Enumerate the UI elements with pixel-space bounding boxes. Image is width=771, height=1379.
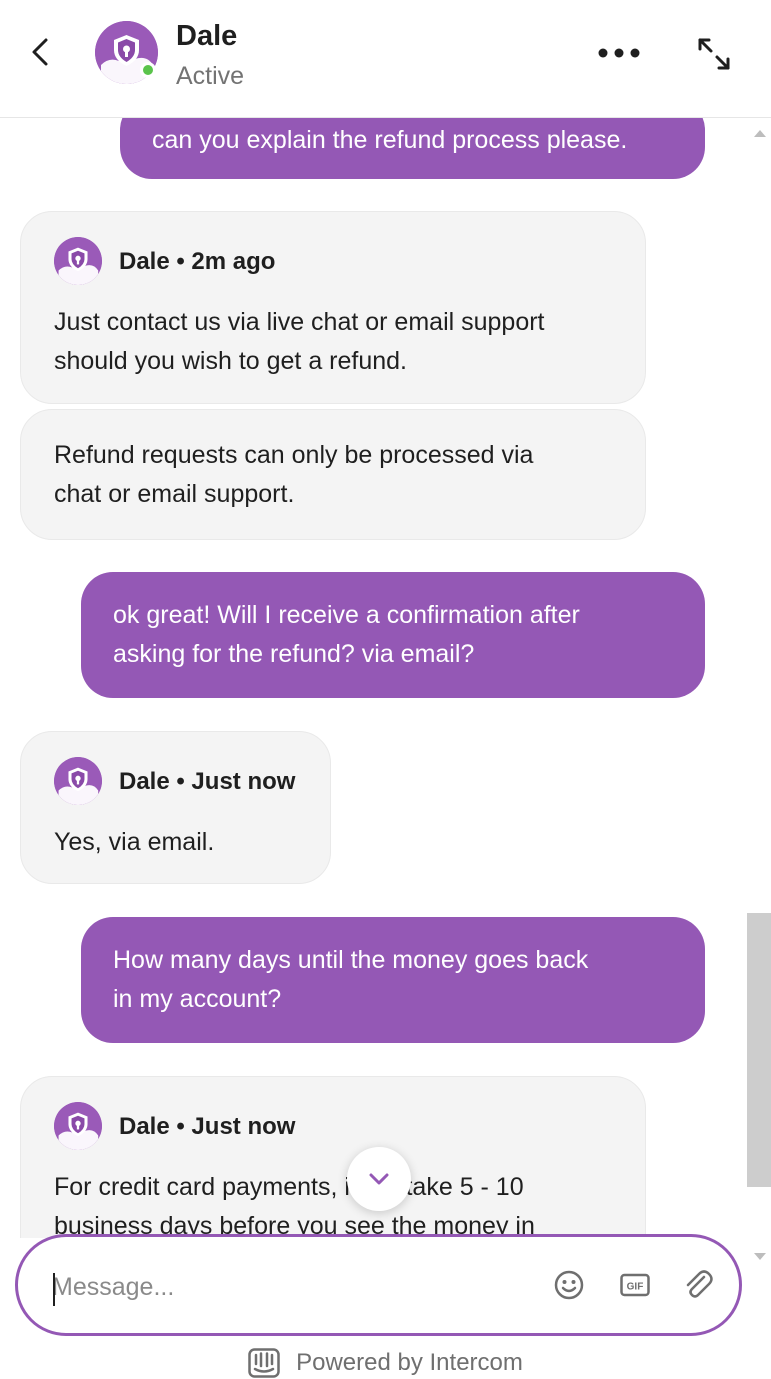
message-line: How many days until the money goes back (113, 946, 589, 974)
message-line: Just contact us via live chat or email s… (54, 308, 545, 336)
message-meta: Dale • Just now (54, 1101, 612, 1151)
message-line: ok great! Will I receive a confirmation … (113, 601, 580, 629)
sender-and-time: Dale • Just now (119, 1112, 296, 1140)
message-composer[interactable]: GIF (15, 1234, 742, 1336)
shield-logo-icon (54, 757, 102, 805)
powered-by-link[interactable]: Powered by Intercom (0, 1346, 771, 1379)
attach-button[interactable] (682, 1269, 714, 1301)
message-line: For credit card payments, it will take 5… (54, 1173, 524, 1201)
message-line: chat or email support. (54, 480, 295, 508)
scroll-up-arrow[interactable] (752, 126, 768, 140)
gif-button[interactable]: GIF (620, 1273, 650, 1297)
contact-name: Dale (176, 20, 238, 52)
admin-message: Dale • 2m ago Just contact us via live c… (20, 211, 646, 404)
message-line: in my account? (113, 985, 282, 1013)
back-button[interactable] (24, 34, 60, 70)
message-text: Just contact us via live chat or email s… (54, 303, 612, 381)
online-status-indicator (140, 62, 156, 78)
user-message: can you explain the refund process pleas… (120, 118, 705, 179)
contact-status: Active (176, 62, 245, 90)
svg-text:GIF: GIF (627, 1282, 644, 1293)
sender-and-time: Dale • Just now (119, 767, 296, 795)
message-line: Refund requests can only be processed vi… (54, 441, 534, 469)
admin-message: Refund requests can only be processed vi… (20, 409, 646, 540)
smiley-icon (554, 1270, 584, 1300)
triangle-up-icon (754, 130, 766, 137)
sender-and-time: Dale • 2m ago (119, 247, 276, 275)
user-message: How many days until the money goes back … (81, 917, 705, 1043)
avatar (54, 1102, 102, 1150)
expand-icon (698, 38, 730, 70)
message-list[interactable]: can you explain the refund process pleas… (0, 118, 771, 1238)
chevron-left-icon (32, 38, 48, 66)
scroll-down-arrow[interactable] (752, 1250, 768, 1264)
message-text: For credit card payments, it will take 5… (54, 1168, 612, 1238)
triangle-down-icon (754, 1253, 766, 1260)
gif-icon: GIF (620, 1273, 650, 1297)
message-meta: Dale • Just now (54, 756, 297, 806)
admin-message: Dale • Just now For credit card payments… (20, 1076, 646, 1238)
message-meta: Dale • 2m ago (54, 236, 612, 286)
message-text: Yes, via email. (54, 823, 297, 862)
scroll-to-bottom-button[interactable] (347, 1147, 411, 1211)
intercom-logo-icon (248, 1347, 280, 1378)
message-line: asking for the refund? via email? (113, 640, 475, 668)
shield-logo-icon (54, 1102, 102, 1150)
chevron-down-icon (369, 1173, 389, 1185)
message-line: Yes, via email. (54, 828, 215, 856)
more-options-button[interactable] (596, 38, 642, 68)
avatar (54, 237, 102, 285)
more-horizontal-icon (598, 48, 640, 58)
emoji-button[interactable] (553, 1269, 585, 1301)
avatar (54, 757, 102, 805)
message-text: can you explain the refund process pleas… (152, 126, 628, 154)
conversation-header: Dale Active (0, 0, 771, 118)
scrollbar-thumb[interactable] (747, 913, 771, 1187)
powered-by-text: Powered by Intercom (296, 1348, 523, 1376)
admin-message: Dale • Just now Yes, via email. (20, 731, 331, 884)
message-line: should you wish to get a refund. (54, 347, 408, 375)
paperclip-icon (686, 1270, 713, 1298)
message-input[interactable] (52, 1259, 512, 1315)
text-cursor (53, 1273, 55, 1306)
user-message: ok great! Will I receive a confirmation … (81, 572, 705, 698)
expand-button[interactable] (694, 34, 734, 74)
shield-logo-icon (54, 237, 102, 285)
